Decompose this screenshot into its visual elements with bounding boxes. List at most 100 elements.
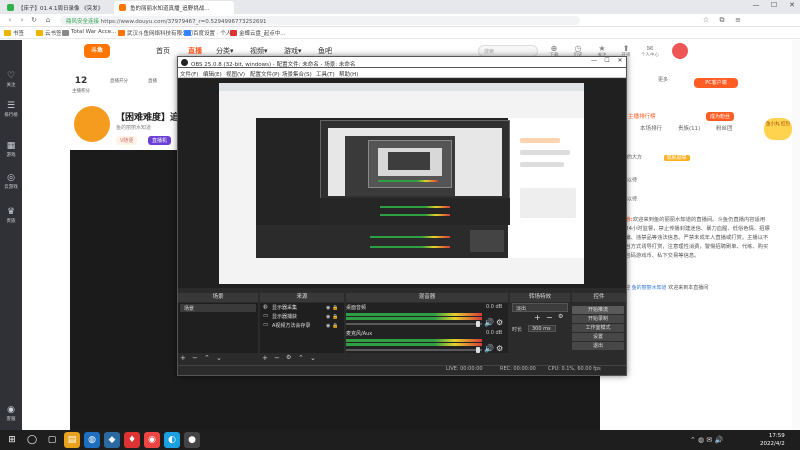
avatar[interactable] <box>672 43 688 59</box>
stat-live[interactable]: 直播 <box>148 76 157 84</box>
menu-scene-collection[interactable]: 场景集合(S) <box>282 70 312 78</box>
star-icon[interactable]: ☆ <box>700 14 712 26</box>
start-recording-button[interactable]: 开始录制 <box>572 315 624 323</box>
source-item[interactable]: ◍ 显示器采集 ◉ 🔒 <box>262 304 338 312</box>
move-down-icon[interactable]: ⌄ <box>216 354 222 362</box>
menu-view[interactable]: 视图(V) <box>226 70 245 78</box>
volume-slider-mic[interactable] <box>346 349 482 351</box>
browser-tab-1[interactable]: 鱼的丽丽水知道真播_追野挑战... <box>114 1 234 14</box>
add-scene-icon[interactable]: + <box>180 354 186 362</box>
back-icon[interactable]: ‹ <box>4 14 16 26</box>
add-source-icon[interactable]: + <box>262 354 268 362</box>
move-down-icon[interactable]: ⌄ <box>310 354 316 362</box>
start-icon[interactable]: ⊞ <box>4 432 20 448</box>
volume-knob[interactable] <box>476 347 480 353</box>
close-button[interactable]: ✕ <box>784 1 800 13</box>
tab-fans[interactable]: 粉丝团 <box>716 124 733 132</box>
menu-edit[interactable]: 编辑(E) <box>203 70 222 78</box>
streamer-avatar[interactable] <box>74 106 110 142</box>
tab-anchor-rank[interactable]: 主播排行榜 <box>628 112 656 120</box>
file-explorer-icon[interactable]: ▤ <box>64 432 80 448</box>
duration-input[interactable]: 300 ms <box>528 325 556 332</box>
sidebar-item-follow[interactable]: ♡ 关注 <box>0 70 22 96</box>
steam-icon[interactable]: ◆ <box>104 432 120 448</box>
sidebar-item-games[interactable]: ▦ 游戏 <box>0 140 22 166</box>
transition-select[interactable]: 淡出 <box>512 303 568 312</box>
bookmark-2[interactable]: Total War Acce... <box>62 29 116 38</box>
gear-icon[interactable]: ⚙ <box>496 318 503 327</box>
remove-source-icon[interactable]: − <box>274 354 280 362</box>
url-input[interactable]: 鼎风安全连接 https://www.douyu.com/37979467_r=… <box>60 16 580 25</box>
forward-icon[interactable]: › <box>16 14 28 26</box>
room-owner[interactable]: 鱼的丽丽水知道 <box>116 124 151 131</box>
source-item[interactable]: ▭ 显示器捕获 ◉ 🔒 <box>262 313 338 321</box>
bookmark-4[interactable]: 百度设置 · 个人... <box>184 29 237 38</box>
nav-games[interactable]: 游戏▾ <box>284 46 302 56</box>
remove-transition-icon[interactable]: − <box>546 313 553 322</box>
exit-button[interactable]: 退出 <box>572 342 624 350</box>
menu-tools[interactable]: 工具(T) <box>316 70 335 78</box>
stat-open[interactable]: 直播开分 <box>110 76 128 84</box>
search-icon[interactable]: ◯ <box>24 432 40 448</box>
app-icon[interactable]: ◉ <box>144 432 160 448</box>
nav-home[interactable]: 首页 <box>156 46 170 56</box>
menu-profile[interactable]: 配置文件(P) <box>250 70 280 78</box>
menu-icon[interactable]: ≡ <box>732 14 744 26</box>
menu-file[interactable]: 文件(F) <box>180 70 198 78</box>
sidebar-item-service[interactable]: ◉ 客服 <box>0 404 22 430</box>
app-icon[interactable]: ♦ <box>124 432 140 448</box>
nav-fishbar[interactable]: 鱼吧 <box>318 46 332 56</box>
fan-button[interactable]: 成为粉丝 <box>706 112 735 121</box>
volume-knob[interactable] <box>476 321 480 327</box>
add-transition-icon[interactable]: + <box>534 313 541 322</box>
tab-noble[interactable]: 贵族(11) <box>678 124 700 132</box>
home-icon[interactable]: ⌂ <box>42 14 54 26</box>
obs-maximize-button[interactable]: ☐ <box>601 57 613 64</box>
remove-scene-icon[interactable]: − <box>192 354 198 362</box>
speaker-icon[interactable]: 🔊 <box>484 344 494 353</box>
refresh-icon[interactable]: ↻ <box>28 14 40 26</box>
volume-slider-desktop[interactable] <box>346 323 482 325</box>
browser-icon[interactable]: ◍ <box>84 432 100 448</box>
bookmark-5[interactable]: 金蝶云盘_起点中... <box>230 29 286 38</box>
more-link[interactable]: 更多 <box>658 76 668 83</box>
transition-settings-icon[interactable]: ⚙ <box>558 313 563 320</box>
sidebar-item-ranking[interactable]: ☰ 排行榜 <box>0 100 22 126</box>
scene-item[interactable]: 场景 <box>180 304 256 312</box>
maximize-button[interactable]: ☐ <box>766 1 782 13</box>
app-icon[interactable]: ◐ <box>164 432 180 448</box>
source-settings-icon[interactable]: ⚙ <box>286 354 291 361</box>
obs-taskbar-icon[interactable]: ● <box>184 432 200 448</box>
studio-mode-button[interactable]: 工作室模式 <box>572 324 624 332</box>
minimize-button[interactable]: — <box>748 1 764 13</box>
obs-title-bar[interactable]: OBS 25.0.8 (32-bit, windows) - 配置文件: 未命名… <box>177 56 627 68</box>
sidebar-item-noble[interactable]: ♛ 贵族 <box>0 206 22 232</box>
obs-minimize-button[interactable]: — <box>588 57 600 64</box>
bookmark-1[interactable]: 云书签 <box>36 29 62 38</box>
source-item[interactable]: ▭ A视频方法会存录 ◉ 🔒 <box>262 322 338 330</box>
speaker-icon[interactable]: 🔊 <box>484 318 494 327</box>
tab-session-rank[interactable]: 本场排行 <box>640 124 662 132</box>
nav-video[interactable]: 视频▾ <box>250 46 268 56</box>
douyu-logo[interactable]: 斗鱼 <box>84 44 110 58</box>
pc-client-button[interactable]: PC客户端 <box>694 78 738 88</box>
obs-close-button[interactable]: ✕ <box>614 57 626 64</box>
task-view-icon[interactable]: ▢ <box>44 432 60 448</box>
page-scrollbar[interactable] <box>792 40 800 430</box>
move-up-icon[interactable]: ⌃ <box>298 354 304 362</box>
nav-category[interactable]: 分类▾ <box>216 46 234 56</box>
extension-icon[interactable]: ⧉ <box>716 14 728 26</box>
start-streaming-button[interactable]: 开始推流 <box>572 306 624 314</box>
bookmark-3[interactable]: 武汉斗鱼网络科技有限公司 <box>118 29 193 38</box>
bookmark-0[interactable]: 书签 <box>4 29 24 38</box>
system-clock[interactable]: 17:59 2022/4/2 <box>760 432 785 448</box>
nav-live[interactable]: 直播 <box>188 46 202 56</box>
gear-icon[interactable]: ⚙ <box>496 344 503 353</box>
mail-icon[interactable]: ✉ 个人中心 <box>640 44 660 62</box>
move-up-icon[interactable]: ⌃ <box>204 354 210 362</box>
tray-icons[interactable]: ⌃ ◍ ✉ 🔊 <box>690 436 723 444</box>
red-packet-badge[interactable]: 鱼小丸 红包 <box>764 118 792 140</box>
menu-help[interactable]: 帮助(H) <box>339 70 358 78</box>
browser-tab-0[interactable]: 【床子】01.4.1周日录像 《突发》 <box>2 1 112 14</box>
settings-button[interactable]: 设置 <box>572 333 624 341</box>
